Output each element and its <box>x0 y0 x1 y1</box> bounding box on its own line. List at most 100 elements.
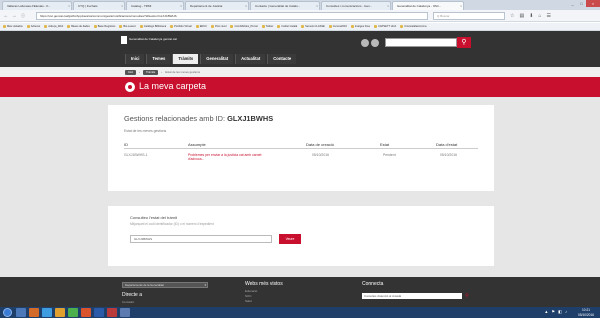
minimize-button[interactable]: _ <box>568 0 577 7</box>
bookmark-item[interactable]: EDUC <box>195 25 207 28</box>
close-window-button[interactable]: × <box>586 0 600 7</box>
footer-link[interactable]: Cercador <box>122 300 134 304</box>
info-icon[interactable]: ⓘ <box>20 13 26 19</box>
pdf-app-icon[interactable] <box>107 308 117 317</box>
address-bar[interactable]: https://ovt.gencat.cat/gsitfc/AppJava/ca… <box>36 12 428 20</box>
cell-subject-link[interactable]: Problemes per enviar a la justícia cat a… <box>188 153 268 162</box>
home-icon[interactable]: ⌂ <box>538 13 541 19</box>
bookmark-item[interactable]: Catálogo Biblioteca <box>139 25 166 28</box>
bookmark-label: Institut Català <box>281 25 298 28</box>
browser-tab[interactable]: Departament de Justicia × <box>185 1 249 10</box>
departments-select[interactable]: Departaments de la Generalitat ▾ <box>122 282 208 288</box>
bookmark-item[interactable]: Adreça_Web <box>44 25 63 28</box>
logo-text: Generalitat de Catalunya gencat.cat <box>129 37 177 42</box>
bookmark-item[interactable]: Adreces <box>26 25 40 28</box>
bookmark-item[interactable]: Más visitados <box>3 25 23 28</box>
breadcrumb-link[interactable]: Tràmits <box>142 69 159 75</box>
menu-item-inici[interactable]: Inici <box>125 54 145 64</box>
connecta-search-button[interactable]: ⚲ <box>462 292 472 300</box>
tab-close-icon[interactable]: × <box>68 4 70 8</box>
tab-close-icon[interactable]: × <box>180 4 182 8</box>
folder-app-icon[interactable] <box>55 308 65 317</box>
menu-item-temes[interactable]: Temes <box>146 54 171 64</box>
bookmark-item[interactable]: Bio-Lexent <box>119 25 136 28</box>
forward-icon[interactable]: → <box>11 13 17 19</box>
language-icon[interactable] <box>371 39 379 47</box>
word-app-icon[interactable] <box>94 308 104 317</box>
browser-tab[interactable]: Valleras Lafunasa d'Elestas - K... × <box>2 1 72 10</box>
bookmark-label: Bases de dades <box>71 25 90 28</box>
connecta-input[interactable]: Consultes d'atenció al ciutadà <box>362 293 462 299</box>
veure-button[interactable]: Veure <box>279 234 301 244</box>
media-app-icon[interactable] <box>29 308 39 317</box>
browser-tab[interactable]: CTQ | Fuchats × <box>73 1 125 10</box>
reader-icon[interactable]: ▤ <box>519 13 524 19</box>
bookmark-star-icon[interactable]: ☆ <box>510 13 514 19</box>
footer-link[interactable]: Educació <box>245 289 257 293</box>
bookmark-item[interactable]: Base Registres <box>93 25 116 28</box>
browser-tab[interactable]: Contacte | Generalitat de Catalu... × <box>250 1 320 10</box>
id-search-input[interactable]: GLXJ1BWHS <box>130 235 272 243</box>
page-viewport: Generalitat de Catalunya gencat.cat ⚲ In… <box>0 31 600 307</box>
folder-icon <box>277 25 281 28</box>
bookmark-item[interactable]: Imatges Free <box>350 25 370 28</box>
browser-search-input[interactable]: Q Buscar <box>433 12 505 20</box>
accessibility-icon[interactable] <box>361 39 369 47</box>
firefox-app-icon[interactable] <box>81 308 91 317</box>
folder-icon <box>328 25 332 28</box>
system-tray[interactable]: ▲ ⚑ ◧ ♪ <box>544 309 568 314</box>
bookmark-item[interactable]: Institut Català <box>277 25 297 28</box>
site-logo[interactable]: Generalitat de Catalunya gencat.cat <box>121 36 179 44</box>
gestions-card: Gestions relacionades amb ID: GLXJ1BWHS … <box>108 105 494 191</box>
folder-icon <box>230 25 234 28</box>
site-search-button[interactable]: ⚲ <box>457 37 471 48</box>
tab-close-icon[interactable]: × <box>387 4 389 8</box>
tab-close-icon[interactable]: × <box>245 4 247 8</box>
menu-item-actualitat[interactable]: Actualitat <box>235 54 266 64</box>
bookmark-item[interactable]: CronicalafasCorma <box>400 25 426 28</box>
bookmark-item[interactable]: Twitter <box>261 25 273 28</box>
tab-label: CTQ | Fuchats <box>78 4 98 8</box>
back-icon[interactable]: ← <box>3 13 9 19</box>
bookmark-item[interactable]: Cursos2016 <box>328 25 347 28</box>
folder-icon <box>26 25 30 28</box>
explorer-app-icon[interactable] <box>16 308 26 317</box>
clock[interactable]: 10:21 05/10/2016 <box>578 308 594 317</box>
tab-close-icon[interactable]: × <box>316 4 318 8</box>
excel-app-icon[interactable] <box>68 308 78 317</box>
bookmark-item[interactable]: Bases de dades <box>67 25 90 28</box>
browser-tab[interactable]: Consultes i comunicacions - Gen... × <box>321 1 391 10</box>
menu-item-contacte[interactable]: Contacte <box>267 54 297 64</box>
bookmark-item[interactable]: Serveis CLASSE <box>301 25 325 28</box>
tab-close-icon[interactable]: × <box>460 4 462 8</box>
bookmark-item[interactable]: CAPSETT HCA <box>374 25 396 28</box>
maximize-button[interactable]: □ <box>577 0 586 7</box>
start-button[interactable] <box>3 308 12 317</box>
app-icon[interactable] <box>120 308 130 317</box>
folder-icon <box>301 25 305 28</box>
cell-created: 05/10/2016 <box>312 153 329 157</box>
main-menu: Inici Temes Tràmits Generalitat Actualit… <box>125 54 297 64</box>
folder-icon <box>374 25 378 28</box>
browser-tab-active[interactable]: Generalitat de Catalunya - Ofici... × <box>392 1 464 10</box>
bookmark-item[interactable]: Com/Mobles_PLCat <box>230 25 258 28</box>
tab-close-icon[interactable]: × <box>121 4 123 8</box>
breadcrumb-link[interactable]: Inici <box>125 69 136 75</box>
browser-tab[interactable]: Catalog - TRMI × <box>126 1 184 10</box>
bookmark-label: Base Registres <box>97 25 116 28</box>
menu-icon[interactable]: ☰ <box>546 13 550 19</box>
site-search-input[interactable] <box>385 38 457 47</box>
ie-app-icon[interactable] <box>42 308 52 317</box>
tab-label: Contacte | Generalitat de Catalu... <box>255 4 301 8</box>
toolbar-icons: ☆ ▤ ⬇ ⌂ ☰ <box>510 13 551 19</box>
column-header: Assumpte <box>188 142 206 147</box>
download-icon[interactable]: ⬇ <box>529 13 533 19</box>
breadcrumb-current: Estat de les meves gestions <box>165 70 201 74</box>
folder-icon <box>350 25 354 28</box>
footer-link[interactable]: Salut <box>245 299 252 303</box>
menu-item-generalitat[interactable]: Generalitat <box>200 54 234 64</box>
footer-link[interactable]: SOC <box>245 294 252 298</box>
bookmark-item[interactable]: Proc.nivel <box>211 25 226 28</box>
bookmark-item[interactable]: Portfolio Virtual <box>170 25 192 28</box>
menu-item-tramits[interactable]: Tràmits <box>172 54 199 64</box>
